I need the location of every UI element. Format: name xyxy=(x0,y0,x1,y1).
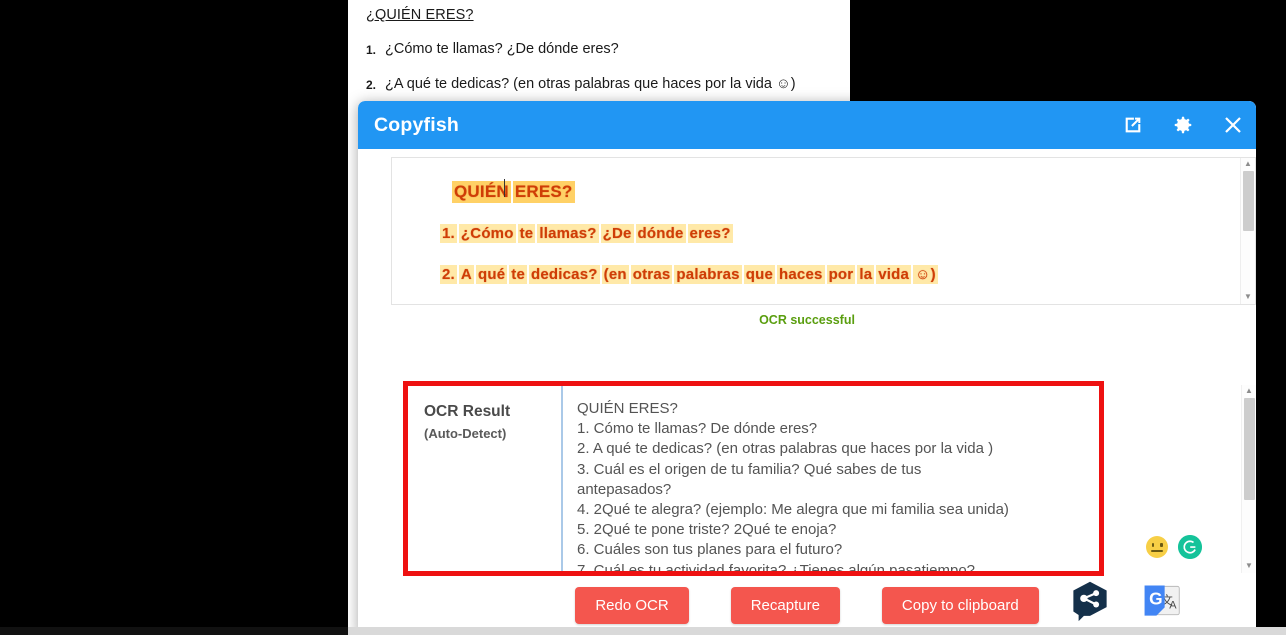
ocr-overlay-line: QUIÉN ERES? xyxy=(452,181,575,203)
emoji-face-icon[interactable] xyxy=(1146,536,1168,558)
ocr-result-language: (Auto-Detect) xyxy=(424,426,507,441)
grammarly-icon[interactable] xyxy=(1178,535,1202,559)
redo-ocr-button[interactable]: Redo OCR xyxy=(575,587,689,624)
ocr-result-label-group: OCR Result (Auto-Detect) xyxy=(391,385,561,573)
svg-text:A: A xyxy=(1169,599,1177,611)
ocr-result-label: OCR Result xyxy=(424,403,511,420)
document-list-item: 1. ¿Cómo te llamas? ¿De dónde eres? xyxy=(366,40,836,57)
ocr-overlay-line: 2. Aqué te dedicas? (en otras palabras que haces… xyxy=(440,265,938,284)
emoji-mouth xyxy=(1151,550,1163,552)
app-title: Copyfish xyxy=(374,113,460,136)
ocr-preview-image: QUIÉN ERES? 1. ¿Cómo te llamas? ¿De dónde eres?… xyxy=(392,158,1255,304)
copyfish-popup: Copyfish QUIÉN ERES? 1. ¿Cómo te llamas?… xyxy=(358,101,1256,635)
scroll-thumb[interactable] xyxy=(1244,398,1255,500)
copy-to-clipboard-button[interactable]: Copy to clipboard xyxy=(881,587,1039,624)
document-title: ¿QUIÉN ERES? xyxy=(366,7,474,23)
text-caret xyxy=(504,179,505,197)
list-number: 2. xyxy=(366,78,377,92)
status-message: OCR successful xyxy=(759,313,855,327)
preview-scrollbar[interactable]: ▲ ▼ xyxy=(1240,158,1255,304)
ocr-result-text[interactable]: QUIÉN ERES? 1. Cómo te llamas? De dónde … xyxy=(561,385,1241,573)
titlebar-actions xyxy=(1122,101,1244,149)
screen-root: ¿QUIÉN ERES? 1. ¿Cómo te llamas? ¿De dón… xyxy=(0,0,1286,635)
ocr-preview-area[interactable]: QUIÉN ERES? 1. ¿Cómo te llamas? ¿De dónde eres?… xyxy=(391,157,1256,305)
svg-text:G: G xyxy=(1149,589,1162,609)
settings-gear-icon[interactable] xyxy=(1172,114,1194,136)
scroll-thumb[interactable] xyxy=(1243,171,1254,231)
ocr-overlay-line: 1. ¿Cómo te llamas? ¿De dónde eres? xyxy=(440,224,733,243)
recapture-button[interactable]: Recapture xyxy=(730,587,840,624)
document-list-item: 2. ¿A qué te dedicas? (en otras palabras… xyxy=(366,77,836,92)
scroll-up-arrow[interactable]: ▲ xyxy=(1244,158,1252,171)
list-number: 1. xyxy=(366,42,377,57)
scroll-down-arrow[interactable]: ▼ xyxy=(1245,560,1253,573)
bottom-left-letterbox xyxy=(0,627,348,635)
list-text: ¿Cómo te llamas? ¿De dónde eres? xyxy=(385,40,619,57)
popout-icon[interactable] xyxy=(1122,114,1144,136)
ocr-result-panel: OCR Result (Auto-Detect) QUIÉN ERES? 1. … xyxy=(391,385,1256,573)
scroll-track[interactable] xyxy=(1241,171,1255,291)
scroll-track[interactable] xyxy=(1242,398,1256,560)
scroll-up-arrow[interactable]: ▲ xyxy=(1245,385,1253,398)
google-translate-icon[interactable]: 文 A G xyxy=(1139,580,1183,622)
emoji-eye-right xyxy=(1160,543,1163,547)
share-node-icon[interactable] xyxy=(1069,580,1111,622)
close-icon[interactable] xyxy=(1222,114,1244,136)
result-scrollbar[interactable]: ▲ ▼ xyxy=(1241,385,1256,573)
list-text: ¿A qué te dedicas? (en otras palabras qu… xyxy=(385,76,796,92)
emoji-eye-left xyxy=(1151,543,1154,547)
popup-titlebar: Copyfish xyxy=(358,101,1256,149)
scroll-down-arrow[interactable]: ▼ xyxy=(1244,291,1252,304)
